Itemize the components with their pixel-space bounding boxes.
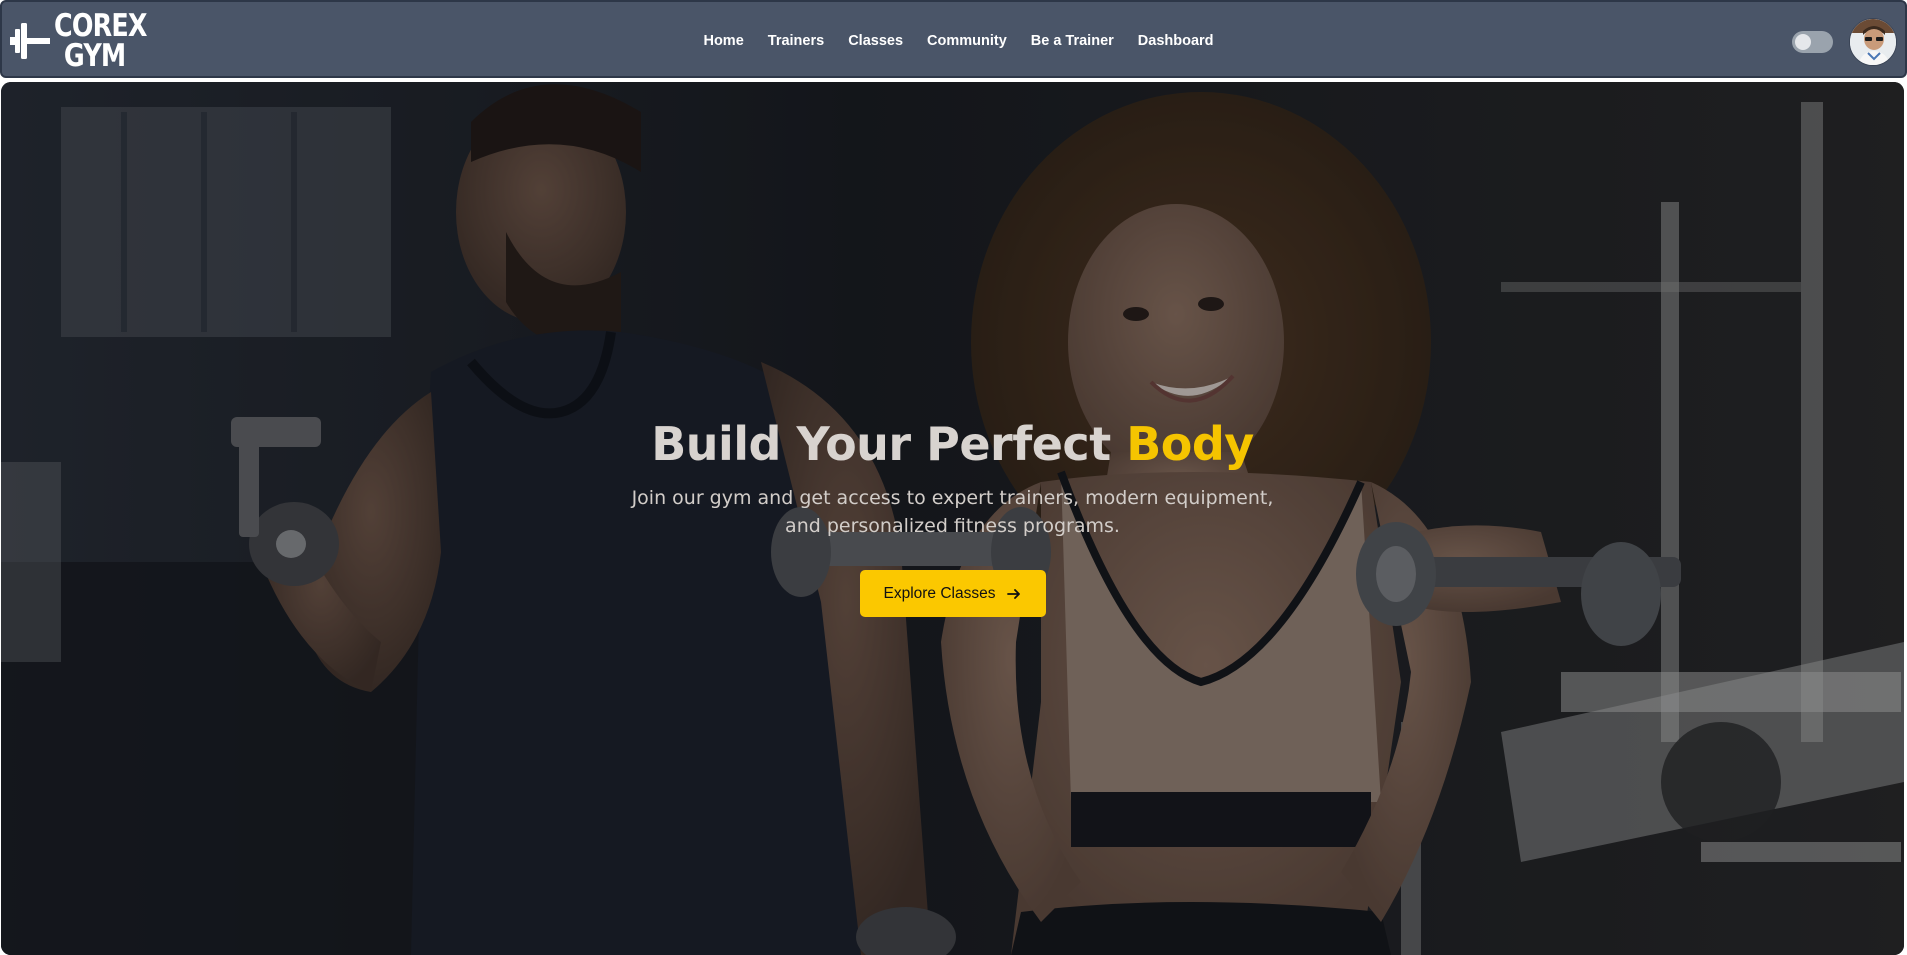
nav-home[interactable]: Home (703, 33, 743, 49)
brand-line-1: COREX (54, 8, 148, 44)
hero-title-main: Build Your Perfect (651, 417, 1127, 471)
theme-toggle[interactable] (1792, 31, 1833, 53)
nav-classes[interactable]: Classes (848, 33, 903, 49)
explore-classes-button[interactable]: Explore Classes (859, 570, 1046, 617)
brand-logo[interactable]: COREX GYM (10, 8, 167, 74)
top-navbar: COREX GYM Home Trainers Classes Communit… (0, 0, 1907, 78)
hero-subtitle: Join our gym and get access to expert tr… (631, 487, 1274, 537)
brand-line-2: GYM (63, 38, 126, 74)
user-avatar[interactable] (1849, 18, 1897, 66)
user-photo (1850, 19, 1896, 65)
nav-dashboard[interactable]: Dashboard (1138, 33, 1214, 49)
brand-name: COREX GYM (54, 8, 148, 74)
barbell-icon (10, 23, 50, 59)
nav-trainers[interactable]: Trainers (768, 33, 824, 49)
arrow-right-icon (1006, 588, 1020, 599)
nav-community[interactable]: Community (927, 33, 1007, 49)
hero-title-accent: Body (1126, 417, 1254, 471)
hero-content: Build Your Perfect Body Join our gym and… (1, 416, 1904, 617)
nav-be-a-trainer[interactable]: Be a Trainer (1031, 33, 1114, 49)
toggle-knob (1795, 34, 1811, 50)
hero-section: Build Your Perfect Body Join our gym and… (1, 82, 1904, 955)
main-nav: Home Trainers Classes Community Be a Tra… (2, 2, 1905, 80)
explore-classes-label: Explore Classes (883, 584, 996, 602)
hero-title: Build Your Perfect Body (1, 416, 1904, 472)
